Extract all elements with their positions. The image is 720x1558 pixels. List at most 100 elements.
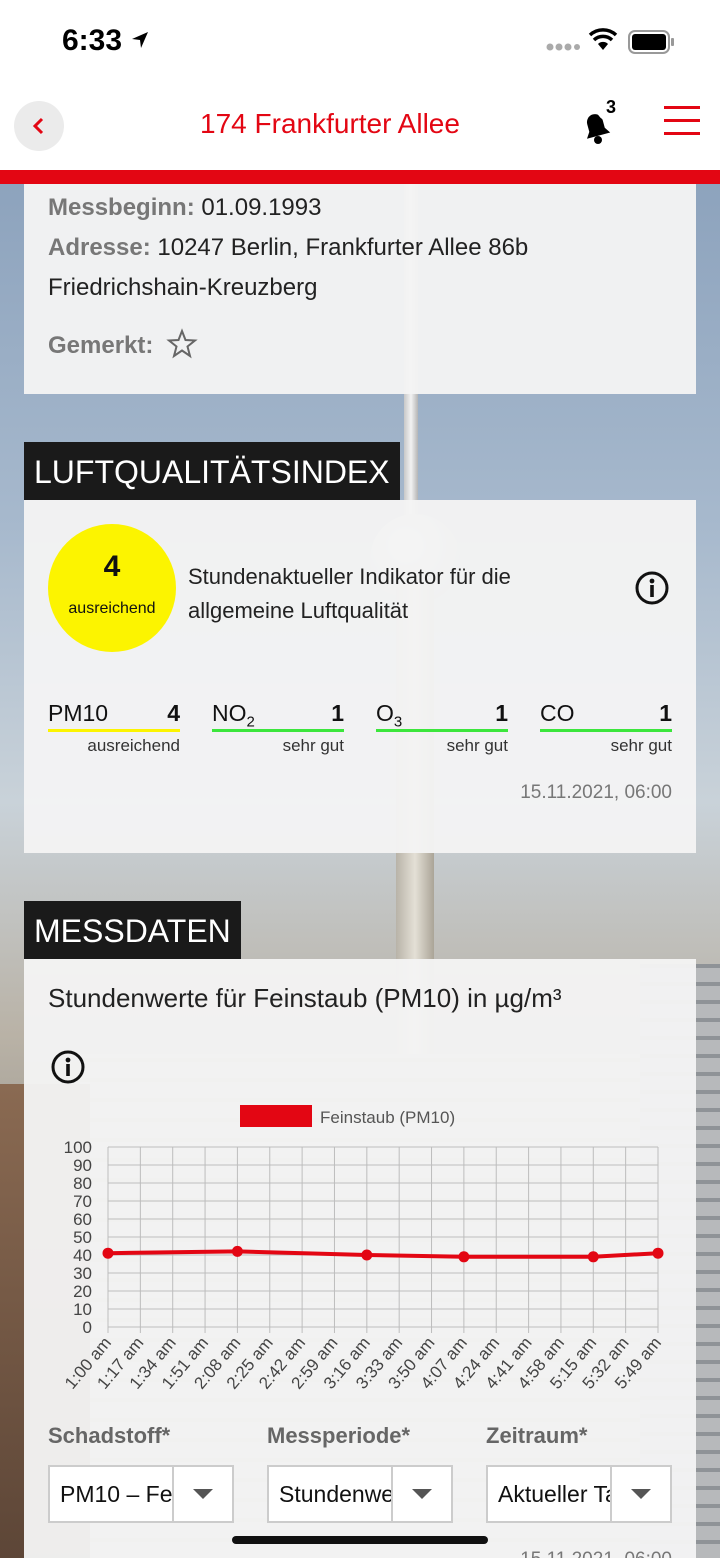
data-point (458, 1251, 470, 1263)
pollutant-rating: sehr gut (446, 736, 508, 755)
timeframe-select-label: Zeitraum* (486, 1423, 588, 1448)
data-point (102, 1247, 114, 1259)
pollutant-value: 4 (167, 700, 180, 726)
menu-bar-icon (664, 132, 700, 135)
chevron-down-icon (412, 1489, 432, 1499)
pollutant-name-text: CO (540, 700, 575, 726)
data-point (231, 1245, 243, 1257)
y-tick-label: 80 (73, 1174, 92, 1193)
address-line: Adresse: 10247 Berlin, Frankfurter Allee… (48, 234, 528, 262)
pollutant-name: CO (540, 700, 575, 727)
legend-swatch (240, 1105, 312, 1127)
pollutant-subscript: 3 (393, 713, 403, 731)
y-tick-label: 20 (73, 1282, 92, 1301)
measurements-section-title: MESSDATEN (24, 901, 241, 959)
wifi-icon (588, 28, 618, 50)
cellular-signal-icon (546, 43, 580, 51)
pollutant-name-text: NO (212, 700, 247, 726)
index-description: Stundenaktueller Indikator für die allge… (188, 564, 511, 623)
pm10-line-chart: Feinstaub (PM10)01020304050607080901001:… (61, 1105, 665, 1393)
pollutant-value: 1 (331, 700, 344, 726)
select-arrow[interactable] (172, 1467, 232, 1521)
pollutant-row: O3 1 (376, 698, 508, 732)
air-index-section-title: LUFTQUALITÄTSINDEX (24, 442, 400, 500)
y-tick-label: 40 (73, 1246, 92, 1265)
legend-label: Feinstaub (PM10) (320, 1108, 455, 1127)
measurements-timestamp: 15.11.2021, 06:00 (520, 1549, 672, 1558)
chart-title: Stundenwerte für Feinstaub (PM10) in µg/… (48, 983, 562, 1013)
home-indicator (232, 1536, 488, 1544)
select-arrow[interactable] (391, 1467, 451, 1521)
page-title: 174 Frankfurter Allee (200, 108, 460, 139)
info-icon[interactable] (50, 1049, 86, 1085)
address-label: Adresse: (48, 234, 151, 261)
data-point (652, 1247, 664, 1259)
district-text: Friedrichshain-Kreuzberg (48, 274, 318, 301)
star-bookmark-icon[interactable] (166, 328, 198, 360)
pollutant-select-label: Schadstoff* (48, 1423, 171, 1448)
bookmark-label: Gemerkt: (48, 332, 154, 359)
period-select-value: Stundenwerte (279, 1481, 391, 1507)
measurements-card: Stundenwerte für Feinstaub (PM10) in µg/… (24, 959, 696, 1558)
pollutant-name: NO2 (212, 700, 255, 731)
y-tick-label: 70 (73, 1192, 92, 1211)
menu-bar-icon (664, 119, 700, 122)
start-date-line: Messbeginn: 01.09.1993 (48, 194, 321, 222)
select-arrow[interactable] (610, 1467, 670, 1521)
pollutant-rating: sehr gut (610, 736, 672, 755)
address-value: 10247 Berlin, Frankfurter Allee 86b (157, 234, 529, 261)
timeframe-select[interactable]: Aktueller Tag (486, 1465, 672, 1523)
info-icon[interactable] (634, 570, 670, 606)
pollutant-co: CO 1 sehr gut (540, 698, 672, 756)
pollutant-rating: ausreichend (87, 736, 180, 755)
chevron-down-icon (631, 1489, 651, 1499)
start-date-value: 01.09.1993 (201, 194, 322, 221)
index-rating: ausreichend (68, 600, 156, 617)
timeframe-select-value: Aktueller Tag (498, 1481, 610, 1507)
start-date-label: Messbeginn: (48, 194, 195, 221)
pollutant-row: NO2 1 (212, 698, 344, 732)
data-point (361, 1249, 373, 1261)
notification-badge: 3 (596, 92, 626, 122)
pollutant-name: PM10 (48, 700, 108, 727)
bookmark-line: Gemerkt: (48, 332, 153, 360)
pollutant-select-group: Schadstoff* PM10 – Feinstaub (48, 1423, 234, 1523)
pollutant-row: CO 1 (540, 698, 672, 732)
timeframe-select-group: Zeitraum* Aktueller Tag (486, 1423, 672, 1523)
y-tick-label: 10 (73, 1300, 92, 1319)
pollutant-select-value: PM10 – Feinstaub (60, 1481, 172, 1507)
menu-bar-icon (664, 106, 700, 109)
pollutant-name-text: O (376, 700, 394, 726)
menu-button[interactable] (664, 102, 700, 138)
pollutant-name: O3 (376, 700, 402, 731)
pollutant-pm10: PM10 4 ausreichend (48, 698, 180, 756)
period-select-group: Messperiode* Stundenwerte (267, 1423, 453, 1523)
pollutant-rating: sehr gut (282, 736, 344, 755)
battery-icon (628, 30, 674, 54)
y-tick-label: 30 (73, 1264, 92, 1283)
series-line (107, 1249, 659, 1259)
pollutant-value: 1 (495, 700, 508, 726)
data-point (587, 1251, 599, 1263)
index-circle: 4 ausreichend (48, 524, 176, 652)
pollutant-select[interactable]: PM10 – Feinstaub (48, 1465, 234, 1523)
index-value: 4 (103, 550, 121, 583)
status-time: 6:33 (62, 24, 123, 57)
index-timestamp: 15.11.2021, 06:00 (520, 782, 672, 803)
period-select[interactable]: Stundenwerte (267, 1465, 453, 1523)
navigation-bar: 174 Frankfurter Allee 3 (0, 84, 720, 172)
station-info-card: Messbeginn: 01.09.1993 Adresse: 10247 Be… (24, 184, 696, 394)
period-select-label: Messperiode* (267, 1423, 411, 1448)
nav-accent-line (0, 170, 720, 184)
pollutant-o3: O3 1 sehr gut (376, 698, 508, 756)
y-tick-label: 0 (83, 1318, 92, 1337)
location-arrow-icon (132, 32, 148, 48)
y-tick-label: 100 (64, 1138, 92, 1157)
y-tick-label: 60 (73, 1210, 92, 1229)
air-index-card: 4 ausreichend Stundenaktueller Indikator… (24, 500, 696, 853)
pollutant-no2: NO2 1 sehr gut (212, 698, 344, 756)
pollutant-name-text: PM10 (48, 700, 109, 726)
pollutant-value: 1 (659, 700, 672, 726)
pollutant-subscript: 2 (246, 713, 255, 731)
chevron-down-icon (193, 1489, 213, 1499)
